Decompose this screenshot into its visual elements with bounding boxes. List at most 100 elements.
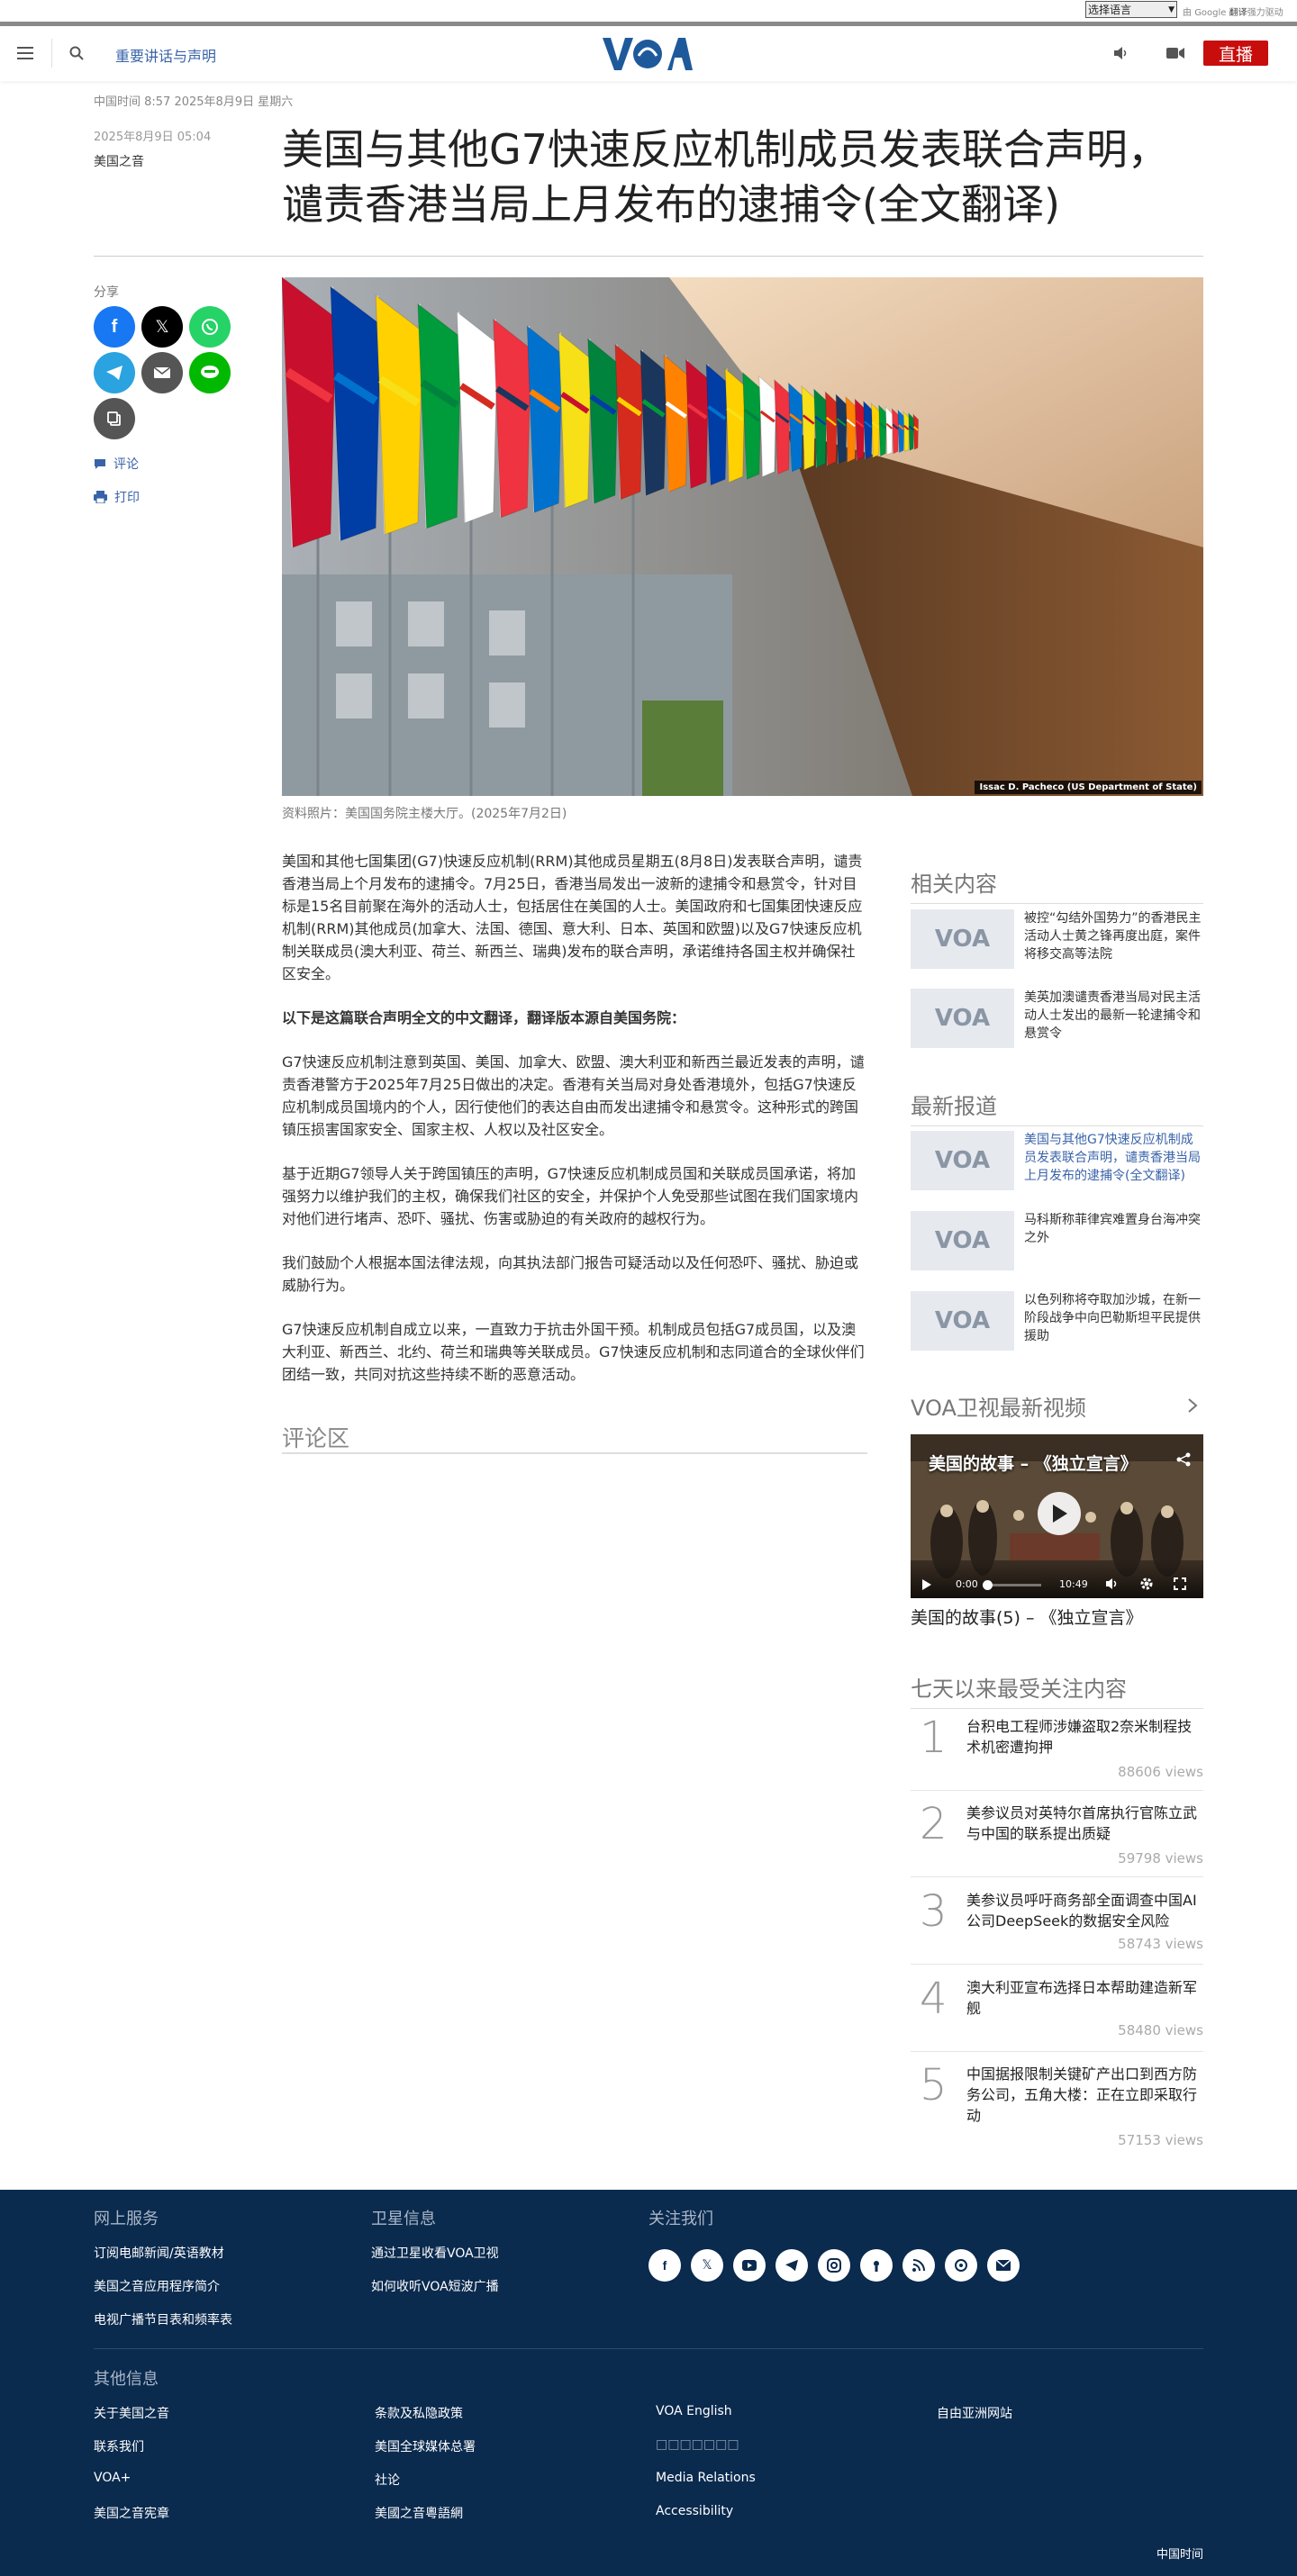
podcast-icon[interactable] bbox=[860, 2249, 893, 2282]
footer-link[interactable]: 条款及私隐政策 bbox=[375, 2404, 463, 2422]
chevron-right-icon[interactable] bbox=[1187, 1397, 1198, 1417]
related-item[interactable]: VOA 美英加澳谴责香港当局对民主活动人士发出的最新一轮逮捕令和悬赏令 bbox=[911, 989, 1203, 1052]
popular-views: 58743 views bbox=[1118, 1936, 1203, 1952]
image-caption: 资料照片：美国国务院主楼大厅。(2025年7月2日) bbox=[282, 807, 567, 821]
footer-link[interactable]: 美国之音宪章 bbox=[94, 2504, 169, 2522]
footer-satellite-title: 卫星信息 bbox=[371, 2210, 436, 2228]
telegram-icon[interactable] bbox=[775, 2249, 808, 2282]
popular-divider bbox=[911, 1876, 1203, 1877]
share-icon[interactable] bbox=[1176, 1452, 1191, 1470]
popular-item[interactable]: 3 美参议员呼吁商务部全面调查中国AI公司DeepSeek的数据安全风险 587… bbox=[911, 1886, 1203, 1958]
flag bbox=[912, 412, 920, 451]
footer-link[interactable]: 通过卫星收看VOA卫视 bbox=[371, 2244, 499, 2262]
paragraph: 我们鼓励个人根据本国法律法规，向其执法部门报告可疑活动以及任何恐吓、骚扰、胁迫或… bbox=[282, 1254, 859, 1294]
email-share-icon[interactable] bbox=[141, 352, 183, 393]
volume-icon[interactable] bbox=[1105, 1577, 1120, 1593]
related-item[interactable]: VOA 被控“勾结外国势力”的香港民主活动人士黄之锋再度出庭，案件将移交高等法院 bbox=[911, 909, 1203, 972]
credit-tail: 强力驱动 bbox=[1247, 8, 1283, 18]
video-icon[interactable] bbox=[1165, 42, 1186, 64]
email-icon[interactable] bbox=[987, 2249, 1020, 2282]
share-label: 分享 bbox=[94, 285, 119, 300]
flag bbox=[891, 407, 900, 455]
video-caption[interactable]: 美国的故事(5) – 《独立宣言》 bbox=[911, 1604, 1143, 1629]
search-icon[interactable] bbox=[66, 42, 87, 64]
latest-item[interactable]: VOA 美国与其他G7快速反应机制成员发表联合声明，谴责香港当局上月发布的逮捕令… bbox=[911, 1131, 1203, 1194]
footer-link[interactable]: 如何收听VOA短波广播 bbox=[371, 2277, 499, 2295]
flag bbox=[724, 367, 746, 484]
footer-follow-title: 关注我们 bbox=[648, 2210, 713, 2228]
flag bbox=[787, 382, 804, 473]
video-section-title[interactable]: VOA卫视最新视频 bbox=[911, 1390, 1203, 1427]
footer-link[interactable]: VOA English bbox=[656, 2404, 732, 2418]
youtube-icon[interactable] bbox=[733, 2249, 766, 2282]
related-item-title: 美英加澳谴责香港当局对民主活动人士发出的最新一轮逮捕令和悬赏令 bbox=[1024, 990, 1201, 1041]
language-select-label: 选择语言 bbox=[1088, 4, 1132, 16]
footer-link[interactable]: Media Relations bbox=[656, 2471, 756, 2485]
whatsapp-share-icon[interactable] bbox=[189, 306, 231, 348]
line-share-icon[interactable] bbox=[189, 352, 231, 393]
video-progress-track[interactable] bbox=[983, 1580, 1041, 1590]
paragraph: 美国和其他七国集团(G7)快速反应机制(RRM)其他成员星期五(8月8日)发表联… bbox=[282, 853, 863, 982]
credit-google: Google bbox=[1194, 8, 1227, 18]
comment-link[interactable]: 评论 bbox=[94, 455, 139, 473]
audio-icon[interactable] bbox=[1111, 42, 1132, 64]
site-footer: 网上服务 订阅电邮新闻/英语教材 美国之音应用程序简介 电视广播节目表和频率表 … bbox=[0, 2190, 1297, 2576]
facebook-share-icon[interactable]: f bbox=[94, 306, 135, 348]
footer-link[interactable]: 社论 bbox=[375, 2471, 400, 2489]
print-link[interactable]: 打印 bbox=[94, 488, 140, 506]
play-icon[interactable] bbox=[1038, 1492, 1081, 1535]
footer-link[interactable]: 联系我们 bbox=[94, 2437, 144, 2455]
credit-translate: 翻译 bbox=[1229, 8, 1247, 18]
x-share-icon[interactable]: 𝕏 bbox=[141, 306, 183, 348]
latest-item[interactable]: VOA 以色列称将夺取加沙城，在新一阶段战争中向巴勒斯坦平民提供援助 bbox=[911, 1291, 1203, 1354]
rss-icon[interactable] bbox=[902, 2249, 935, 2282]
flag bbox=[758, 375, 777, 478]
flag bbox=[854, 398, 866, 462]
flag bbox=[878, 403, 887, 457]
copy-link-icon[interactable] bbox=[94, 398, 135, 439]
menu-icon[interactable] bbox=[14, 42, 36, 64]
live-button[interactable]: 直播 bbox=[1203, 41, 1268, 66]
popular-item[interactable]: 2 美参议员对英特尔首席执行官陈立武与中国的联系提出质疑 59798 views bbox=[911, 1799, 1203, 1871]
popular-item-title: 美参议员对英特尔首席执行官陈立武与中国的联系提出质疑 bbox=[966, 1804, 1198, 1842]
author[interactable]: 美国之音 bbox=[94, 152, 144, 170]
footer-link[interactable]: VOA+ bbox=[94, 2471, 131, 2485]
facebook-icon[interactable]: f bbox=[648, 2249, 681, 2282]
footer-link[interactable]: Accessibility bbox=[656, 2504, 733, 2518]
fullscreen-icon[interactable] bbox=[1174, 1577, 1186, 1593]
latest-item[interactable]: VOA 马科斯称菲律宾难置身台海冲突之外 bbox=[911, 1211, 1203, 1274]
latest-item-title: 马科斯称菲律宾难置身台海冲突之外 bbox=[1024, 1213, 1201, 1245]
video-time-total: 10:49 bbox=[1059, 1578, 1088, 1590]
popular-item[interactable]: 4 澳大利亚宣布选择日本帮助建造新军舰 58480 views bbox=[911, 1974, 1203, 2046]
latest-title: 最新报道 bbox=[911, 1089, 1203, 1126]
voa-logo[interactable] bbox=[603, 35, 693, 73]
footer-link[interactable]: 电视广播节目表和频率表 bbox=[94, 2310, 232, 2328]
footer-link[interactable]: 订阅电邮新闻/英语教材 bbox=[94, 2244, 224, 2262]
chevron-down-icon: ▼ bbox=[1168, 5, 1175, 14]
popular-views: 59798 views bbox=[1118, 1850, 1203, 1866]
footer-link[interactable]: 美國之音粵語網 bbox=[375, 2504, 463, 2522]
play-small-icon[interactable] bbox=[921, 1578, 932, 1594]
section-link[interactable]: 重要讲话与声明 bbox=[115, 44, 216, 66]
footer-link[interactable]: 关于美国之音 bbox=[94, 2404, 169, 2422]
flag bbox=[742, 371, 762, 481]
telegram-share-icon[interactable] bbox=[94, 352, 135, 393]
footer-link[interactable]: 美国全球媒体总署 bbox=[375, 2437, 476, 2455]
language-select[interactable]: 选择语言 ▼ bbox=[1085, 1, 1177, 18]
popular-divider bbox=[911, 1790, 1203, 1791]
footer-link[interactable]: □□□□□□□ bbox=[656, 2437, 739, 2452]
footer-link[interactable]: 自由亚洲网站 bbox=[937, 2404, 1012, 2422]
image-credit: Issac D. Pacheco (US Department of State… bbox=[975, 781, 1202, 794]
google-translate-credit[interactable]: 由 Google 翻译强力驱动 bbox=[1183, 5, 1283, 18]
popular-item[interactable]: 5 中国据报限制关键矿产出口到西方防务公司，五角大楼：正在立即采取行动 5715… bbox=[911, 2060, 1203, 2154]
footer-link[interactable]: 美国之音应用程序简介 bbox=[94, 2277, 220, 2295]
voa-thumbnail-icon: VOA bbox=[911, 1211, 1014, 1270]
instagram-icon[interactable] bbox=[818, 2249, 850, 2282]
video-progress-knob[interactable] bbox=[983, 1580, 993, 1590]
popular-item[interactable]: 1 台积电工程师涉嫌盗取2奈米制程技术机密遭拘押 88606 views bbox=[911, 1713, 1203, 1785]
header-divider bbox=[51, 39, 52, 68]
podcast2-icon[interactable] bbox=[945, 2249, 977, 2282]
video-player[interactable]: 美国的故事 – 《独立宣言》 0:00 10:49 bbox=[911, 1434, 1203, 1598]
x-icon[interactable]: 𝕏 bbox=[691, 2249, 723, 2282]
settings-gear-icon[interactable] bbox=[1139, 1577, 1154, 1594]
